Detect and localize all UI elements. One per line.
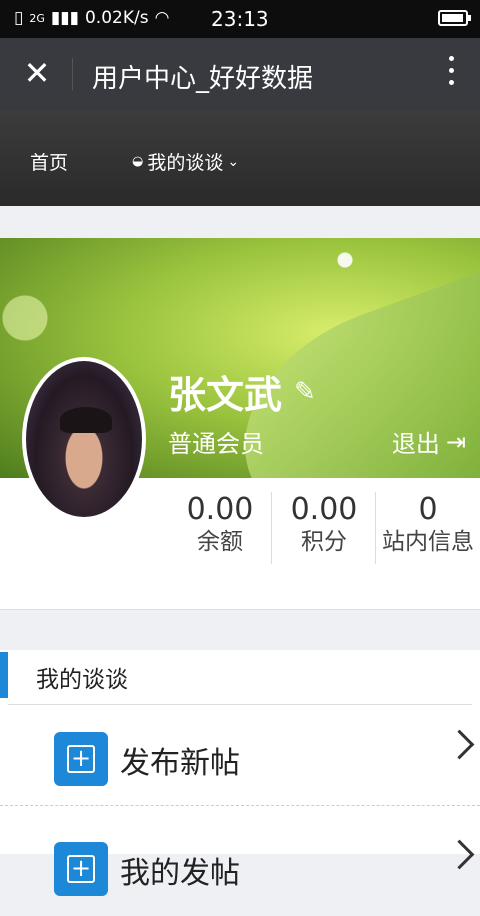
edit-icon[interactable]: ✎ (294, 377, 316, 407)
chevron-right-icon (444, 729, 475, 760)
stat-label: 余额 (197, 529, 243, 555)
title-bar: ✕ 用户中心_好好数据 (0, 38, 480, 110)
stat-messages[interactable]: 0 站内信息 (376, 492, 480, 556)
talk-icon: ◒ (132, 154, 144, 169)
divider (72, 58, 73, 90)
stat-value: 0.00 (290, 492, 358, 527)
add-post-icon (54, 732, 108, 786)
list-item-label: 我的发帖 (120, 856, 240, 891)
status-left: ▯ 2G ▮▮▮ 0.02K/s ◠ (14, 8, 169, 28)
network-type: 2G (29, 11, 45, 25)
stat-label: 站内信息 (382, 529, 474, 555)
more-menu-icon[interactable] (446, 56, 456, 92)
nav-my-talk[interactable]: ◒ 我的谈谈 ⌄ (132, 148, 239, 175)
divider (8, 704, 472, 705)
stat-points[interactable]: 0.00 积分 (272, 492, 376, 556)
logout-button[interactable]: 退出 ⇥ (392, 424, 466, 459)
stat-label: 积分 (301, 529, 347, 555)
my-talk-section: 我的谈谈 发布新帖 我的发帖 (0, 650, 480, 896)
status-bar: ▯ 2G ▮▮▮ 0.02K/s ◠ 23:13 (0, 0, 480, 38)
wifi-icon: ◠ (154, 8, 170, 28)
nav-my-talk-label: 我的谈谈 (147, 152, 224, 174)
avatar[interactable] (22, 357, 146, 521)
section-heading: 我的谈谈 (36, 667, 128, 693)
stat-value: 0 (418, 492, 438, 527)
signal-icon: ▮▮▮ (50, 8, 79, 28)
stat-value: 0.00 (186, 492, 254, 527)
page-title: 用户中心_好好数据 (92, 64, 314, 94)
user-name: 张文武 ✎ (168, 364, 316, 419)
logout-icon: ⇥ (445, 427, 466, 456)
stat-balance[interactable]: 0.00 余额 (168, 492, 272, 556)
clock: 23:13 (211, 7, 269, 31)
close-icon[interactable]: ✕ (20, 56, 54, 90)
logout-label: 退出 (391, 430, 440, 458)
network-speed: 0.02K/s (84, 8, 149, 28)
list-item-new-post[interactable]: 发布新帖 (0, 706, 480, 806)
list-item-my-posts[interactable]: 我的发帖 (0, 816, 480, 916)
chevron-right-icon (444, 839, 475, 870)
my-posts-icon (54, 842, 108, 896)
member-level: 普通会员 (168, 430, 264, 458)
list-item-label: 发布新帖 (120, 746, 240, 781)
user-name-text: 张文武 (168, 373, 283, 417)
nav-bar: 首页 ◒ 我的谈谈 ⌄ (0, 110, 480, 206)
sim-icon: ▯ (14, 8, 24, 28)
section-accent (0, 652, 8, 698)
chevron-down-icon: ⌄ (227, 153, 240, 170)
battery-icon (438, 10, 471, 26)
nav-home[interactable]: 首页 (30, 148, 68, 175)
